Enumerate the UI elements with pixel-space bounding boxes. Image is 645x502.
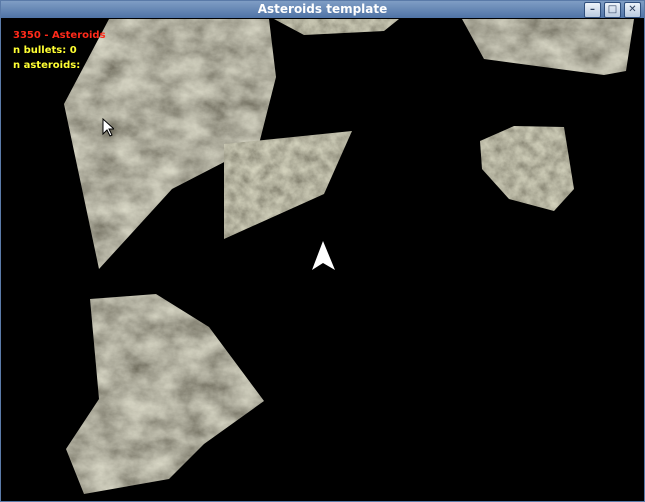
close-button[interactable]: ✕ — [624, 2, 641, 18]
mouse-pointer-icon — [102, 118, 114, 137]
maximize-icon: □ — [607, 4, 618, 15]
title-bar[interactable]: Asteroids template – □ ✕ — [1, 1, 644, 18]
hud-title: 3350 - Asteroids — [13, 30, 106, 41]
window-controls: – □ ✕ — [584, 2, 641, 18]
asteroid-bottom-left — [66, 294, 264, 494]
game-canvas[interactable]: 3350 - Asteroids n bullets: 0 n asteroid… — [4, 19, 641, 499]
minimize-button[interactable]: – — [584, 2, 601, 18]
asteroid-right — [480, 126, 574, 211]
window-title: Asteroids template — [257, 2, 388, 16]
asteroid-top-right — [462, 19, 634, 75]
player-ship — [312, 241, 335, 270]
game-scene — [64, 19, 634, 494]
hud-overlay: 3350 - Asteroids n bullets: 0 n asteroid… — [13, 28, 106, 73]
hud-asteroids-count: n asteroids: — [13, 60, 81, 71]
asteroid-fragment — [224, 131, 352, 239]
minimize-icon: – — [590, 4, 595, 15]
hud-bullets-count: n bullets: 0 — [13, 45, 77, 56]
close-icon: ✕ — [628, 4, 637, 15]
asteroid-top-edge — [274, 19, 399, 35]
maximize-button[interactable]: □ — [604, 2, 621, 18]
game-window: Asteroids template – □ ✕ 3350 - Asteroid… — [0, 0, 645, 502]
